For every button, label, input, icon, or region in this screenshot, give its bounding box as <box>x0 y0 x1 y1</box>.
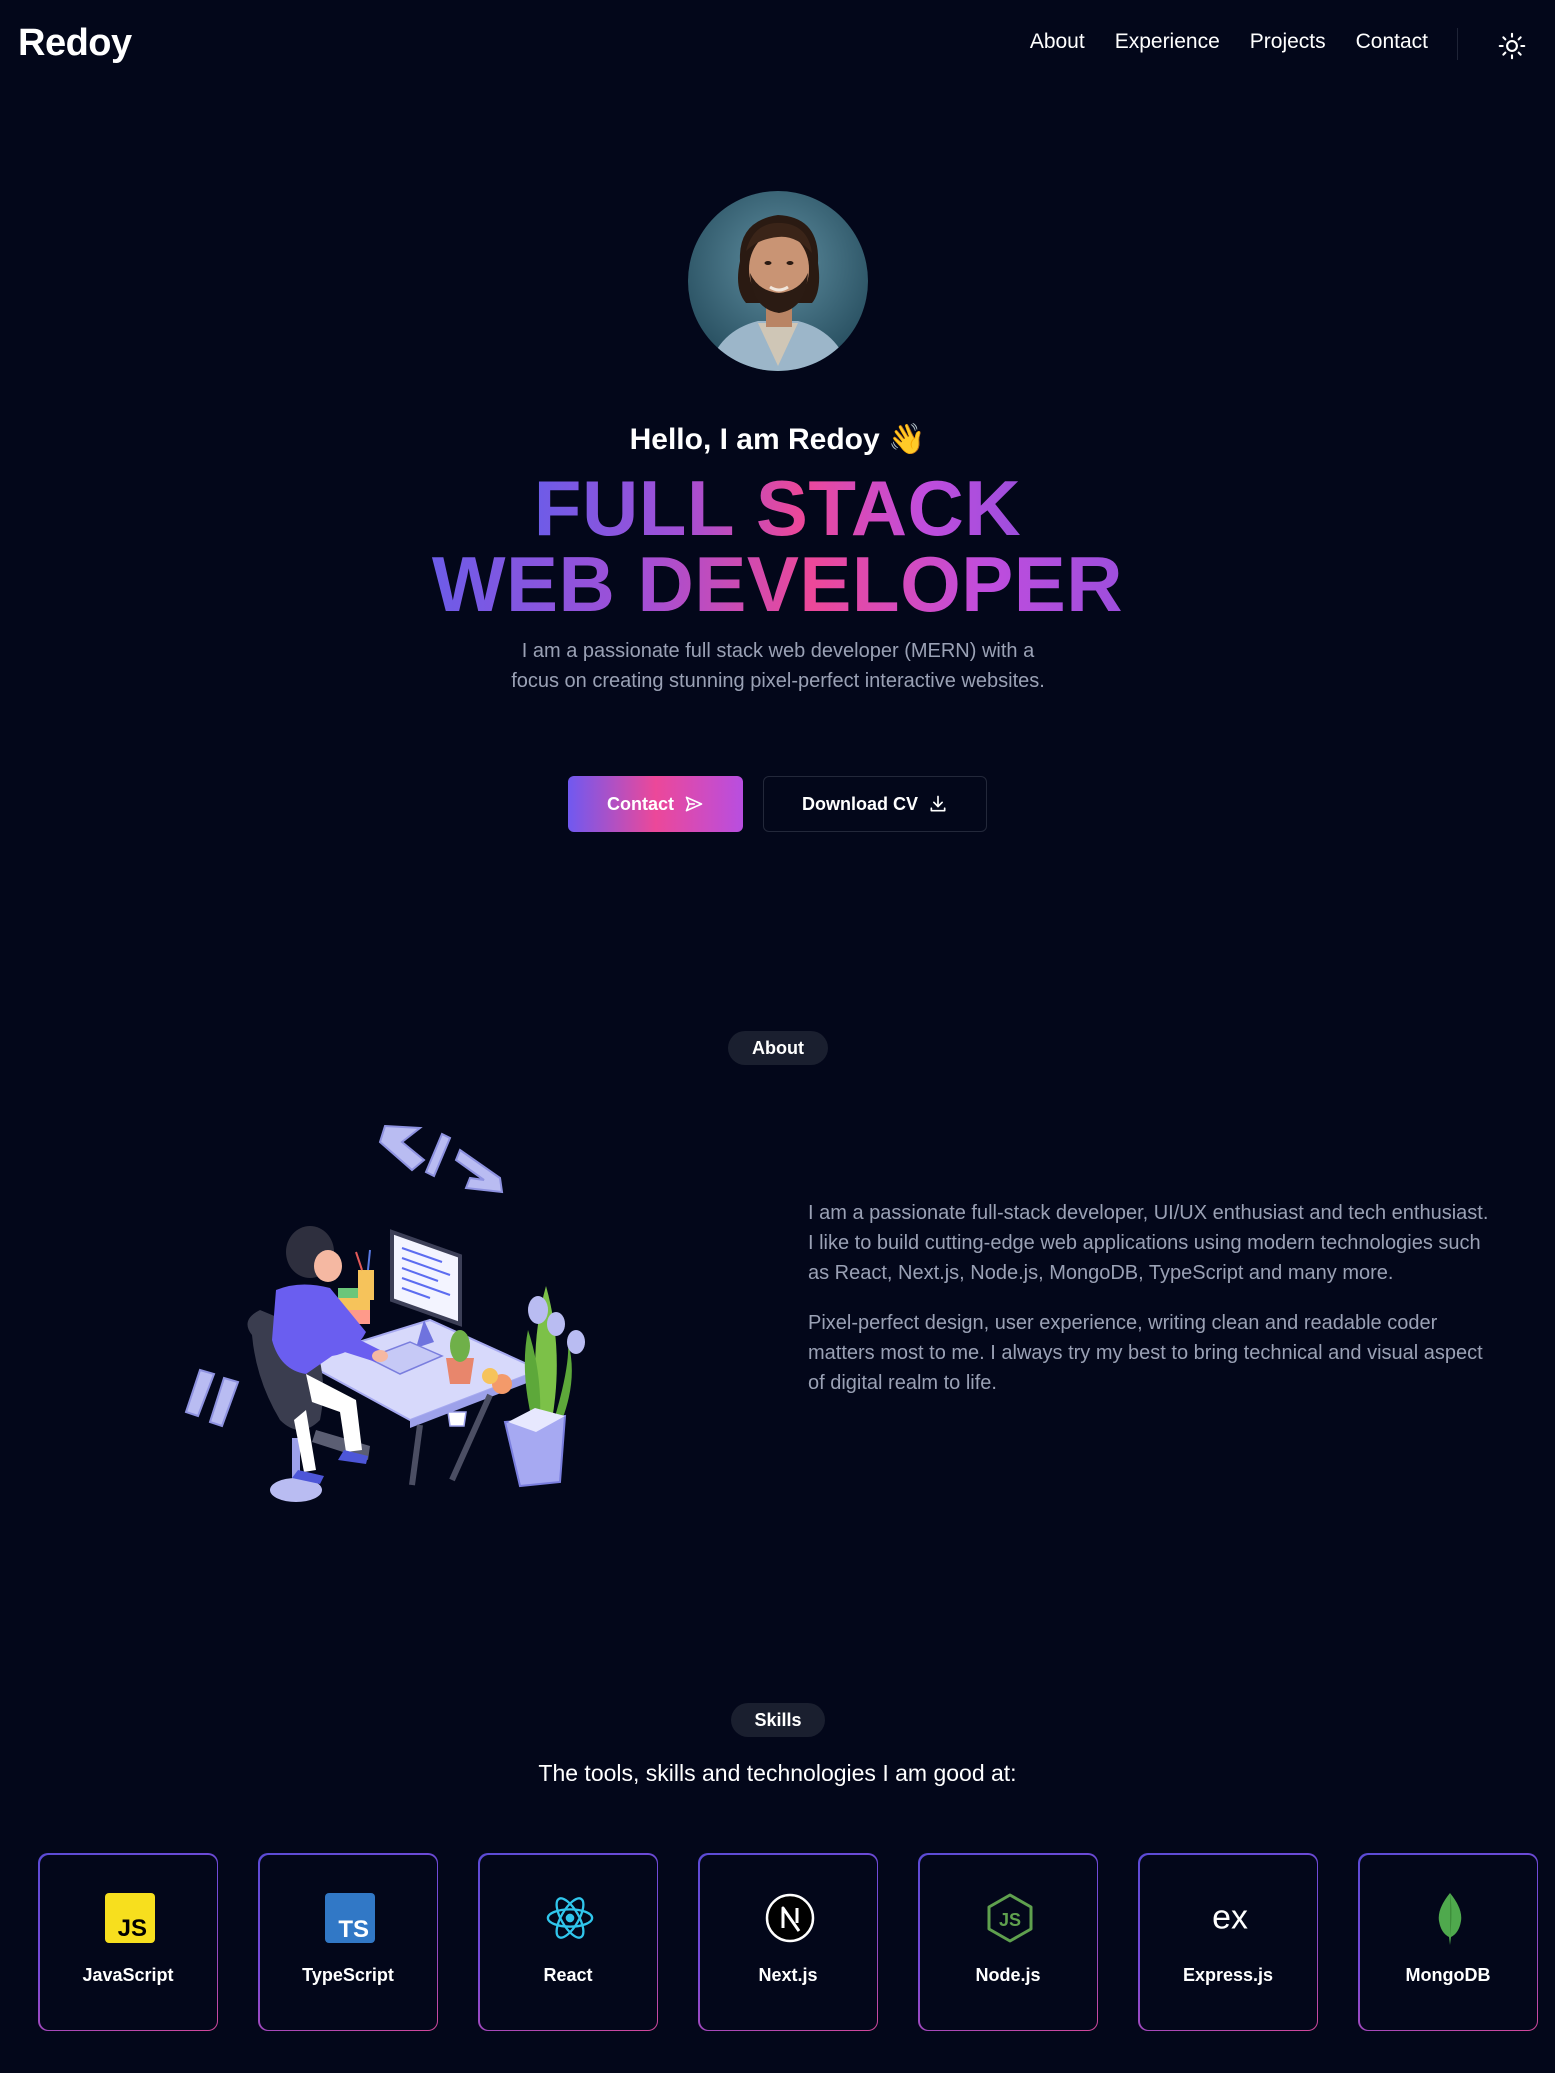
nav-divider <box>1457 28 1458 60</box>
skill-card-typescript: TS TypeScript <box>258 1853 438 2031</box>
nav-links: About Experience Projects Contact <box>1030 30 1428 54</box>
headline-line-2: WEB DEVELOPER <box>431 540 1124 628</box>
contact-button-label: Contact <box>607 793 674 814</box>
skill-card-nextjs: Next.js <box>698 1853 878 2031</box>
about-paragraph-1: I am a passionate full-stack developer, … <box>808 1202 1489 1284</box>
download-cv-label: Download CV <box>802 793 918 814</box>
nav-link-about[interactable]: About <box>1030 30 1085 54</box>
skill-card-react: React <box>478 1853 658 2031</box>
contact-button[interactable]: Contact <box>568 776 743 832</box>
hero-headline: FULL STACK WEB DEVELOPER <box>0 469 1555 623</box>
expressjs-icon: ex <box>1205 1893 1255 1943</box>
site-logo[interactable]: Redoy <box>18 22 132 65</box>
download-icon <box>930 795 946 812</box>
skill-name: TypeScript <box>302 1964 394 1985</box>
sun-icon <box>1498 32 1526 60</box>
skill-name: JavaScript <box>82 1964 174 1985</box>
skill-name: React <box>543 1964 593 1985</box>
svg-text:JS: JS <box>998 1910 1020 1930</box>
top-navigation: Redoy About Experience Projects Contact <box>0 0 1555 90</box>
skill-card-nodejs: JS Node.js <box>918 1853 1098 2031</box>
skill-name: Node.js <box>975 1964 1041 1985</box>
portfolio-page: Redoy About Experience Projects Contact <box>0 0 1555 2073</box>
theme-toggle-button[interactable] <box>1494 28 1530 64</box>
headline-line-1: FULL STACK <box>533 464 1022 552</box>
nav-link-projects[interactable]: Projects <box>1250 30 1326 54</box>
nextjs-icon <box>765 1893 815 1943</box>
about-paragraph-2: Pixel-perfect design, user experience, w… <box>808 1312 1483 1394</box>
react-icon <box>545 1893 595 1943</box>
typescript-icon: TS <box>324 1892 375 1943</box>
javascript-icon: JS <box>104 1892 155 1943</box>
about-section-badge: About <box>728 1031 828 1065</box>
svg-text:TS: TS <box>338 1916 369 1943</box>
skills-section-badge: Skills <box>731 1703 825 1737</box>
svg-text:ex: ex <box>1212 1898 1248 1936</box>
profile-avatar <box>688 191 868 371</box>
nav-link-experience[interactable]: Experience <box>1115 30 1220 54</box>
developer-illustration <box>180 1120 600 1510</box>
skill-name: Express.js <box>1182 1964 1274 1985</box>
nodejs-icon: JS <box>985 1893 1035 1943</box>
skills-subtitle: The tools, skills and technologies I am … <box>538 1760 1017 1786</box>
nav-link-contact[interactable]: Contact <box>1356 30 1428 54</box>
skill-name: MongoDB <box>1405 1964 1491 1985</box>
hero-greeting: Hello, I am Redoy 👋 <box>629 423 926 456</box>
download-cv-button[interactable]: Download CV <box>763 776 987 832</box>
skill-card-javascript: JS JavaScript <box>38 1853 218 2031</box>
about-description: I am a passionate full-stack developer, … <box>808 1198 1498 1398</box>
skill-card-mongodb: MongoDB <box>1358 1853 1538 2031</box>
skill-card-expressjs: ex Express.js <box>1138 1853 1318 2031</box>
send-icon <box>685 796 703 812</box>
svg-text:JS: JS <box>117 1915 146 1942</box>
skill-name: Next.js <box>758 1964 818 1985</box>
hero-intro: I am a passionate full stack web develop… <box>511 640 1045 692</box>
mongodb-icon <box>1425 1892 1475 1945</box>
